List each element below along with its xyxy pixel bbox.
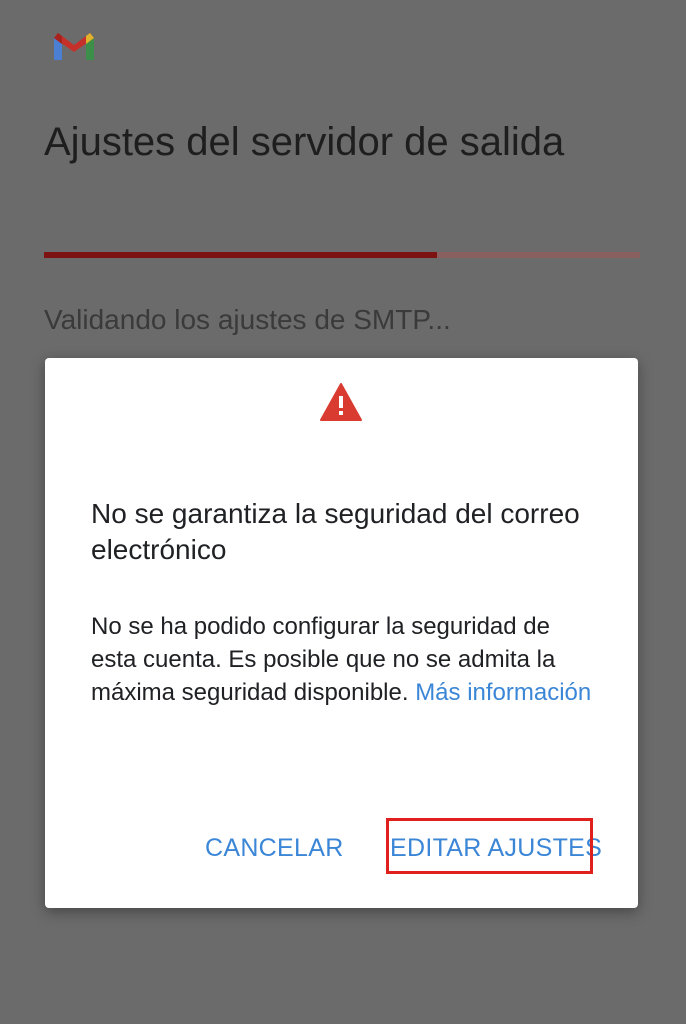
gmail-logo-icon bbox=[54, 33, 94, 60]
status-text: Validando los ajustes de SMTP... bbox=[44, 304, 451, 335]
more-info-link[interactable]: Más información bbox=[415, 679, 591, 706]
progress-bar-fill bbox=[44, 252, 438, 258]
dialog-body: No se ha podido configurar la seguridad … bbox=[91, 610, 601, 709]
warning-triangle-icon bbox=[320, 383, 362, 421]
progress-bar bbox=[44, 252, 640, 258]
cancel-button[interactable]: CANCELAR bbox=[205, 830, 344, 866]
dialog-title: No se garantiza la seguridad del correo … bbox=[91, 498, 580, 565]
edit-settings-button[interactable]: EDITAR AJUSTES bbox=[390, 830, 602, 866]
page-title: Ajustes del servidor de salida bbox=[44, 120, 565, 164]
security-warning-dialog: No se garantiza la seguridad del correo … bbox=[45, 358, 638, 908]
